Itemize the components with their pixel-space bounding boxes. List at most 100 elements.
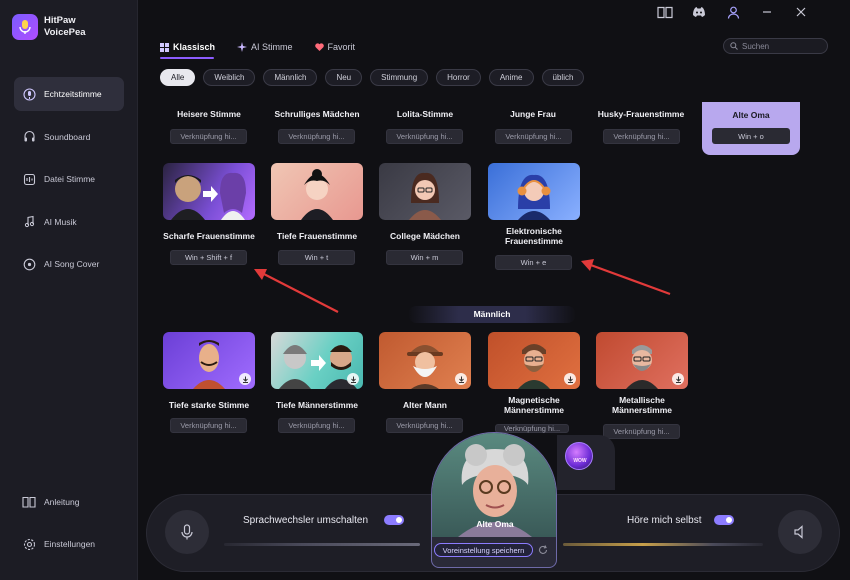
sidebar-item-ai-song-cover[interactable]: AI Song Cover: [14, 247, 124, 281]
search-input[interactable]: [742, 41, 822, 51]
shortcut-field[interactable]: Verknüpfung hi...: [495, 129, 572, 144]
shortcut-field[interactable]: Win + m: [386, 250, 463, 265]
tab-label: Favorit: [327, 42, 356, 52]
sidebar-item-label: Anleitung: [44, 497, 80, 507]
shortcut-field[interactable]: Win + t: [278, 250, 355, 265]
voice-title-alte-oma: Alte Oma: [732, 110, 770, 120]
voice-title-line: Männerstimme: [504, 405, 564, 415]
voice-avatar-image: [171, 172, 246, 220]
voice-card-tiefe-starke-stimme[interactable]: [163, 332, 255, 389]
voice-title-line: Männerstimme: [612, 405, 672, 415]
shortcut-field[interactable]: Verknüpfung hi...: [386, 418, 463, 433]
sidebar-bottom: Anleitung Einstellungen: [14, 485, 124, 569]
sidebar-item-anleitung[interactable]: Anleitung: [14, 485, 124, 519]
sidebar-item-label: AI Musik: [44, 216, 77, 227]
shortcut-field[interactable]: Verknüpfung hi...: [278, 418, 355, 433]
refresh-icon[interactable]: [537, 544, 549, 556]
download-icon[interactable]: [564, 373, 576, 385]
sidebar-item-datei-stimme[interactable]: Datei Stimme: [14, 162, 124, 196]
minimize-icon[interactable]: [753, 4, 781, 20]
tab-ai-stimme[interactable]: AI Stimme: [237, 40, 293, 54]
voice-title-husky-frauenstimme: Husky-Frauenstimme: [597, 109, 685, 119]
hear-myself-toggle[interactable]: [714, 515, 734, 525]
voice-title-tiefe-starke-stimme: Tiefe starke Stimme: [168, 400, 250, 410]
microphone-button[interactable]: [165, 510, 209, 554]
shortcut-field[interactable]: Verknüpfung hi...: [603, 129, 680, 144]
voice-card-scharfe-frauenstimme[interactable]: [163, 163, 255, 220]
sidebar-item-label: AI Song Cover: [44, 259, 100, 269]
voice-avatar-image: [301, 169, 333, 220]
user-icon[interactable]: [719, 4, 747, 20]
app-name-line1: HitPaw: [44, 15, 76, 26]
voice-title-magnetische-maennerstimme: Magnetische Männerstimme: [480, 395, 588, 415]
sidebar: HitPaw VoicePea Echtzeitstimme Soundboar…: [0, 0, 138, 580]
headphones-icon: [22, 130, 36, 144]
tab-bar: Klassisch AI Stimme Favorit: [160, 40, 355, 54]
shortcut-field[interactable]: Verknüpfung hi...: [386, 129, 463, 144]
heart-icon: [314, 43, 324, 51]
sidebar-item-einstellungen[interactable]: Einstellungen: [14, 527, 124, 561]
discord-icon[interactable]: [685, 4, 713, 20]
speaker-button[interactable]: [778, 510, 822, 554]
active-tab-indicator: [160, 57, 214, 59]
download-icon[interactable]: [347, 373, 359, 385]
save-preset-button[interactable]: Voreinstellung speichern: [434, 543, 533, 557]
voice-avatar-image: [517, 174, 551, 220]
close-icon[interactable]: [787, 4, 815, 20]
mic-wave-icon: [22, 87, 36, 101]
music-note-icon: [22, 215, 36, 229]
tab-favorit[interactable]: Favorit: [314, 40, 356, 54]
shortcut-field[interactable]: Verknüpfung hi...: [170, 418, 247, 433]
voice-card-alte-oma-selected[interactable]: Alte Oma Win + o: [702, 102, 800, 155]
download-icon[interactable]: [455, 373, 467, 385]
sidebar-item-ai-musik[interactable]: AI Musik: [14, 205, 124, 239]
voice-title-heisere-stimme: Heisere Stimme: [177, 109, 241, 119]
sidebar-item-soundboard[interactable]: Soundboard: [14, 120, 124, 154]
filter-stimmung[interactable]: Stimmung: [370, 69, 429, 86]
filter-horror[interactable]: Horror: [436, 69, 481, 86]
shortcut-field[interactable]: Verknüpfung hi...: [170, 129, 247, 144]
voice-card-alter-mann[interactable]: [379, 332, 471, 389]
voice-card-tiefe-frauenstimme[interactable]: [271, 163, 363, 220]
voice-card-college-maedchen[interactable]: [379, 163, 471, 220]
voice-title-alter-mann: Alter Mann: [403, 400, 447, 410]
download-icon[interactable]: [672, 373, 684, 385]
tab-klassisch[interactable]: Klassisch: [160, 40, 215, 54]
voice-card-magnetische-maennerstimme[interactable]: [488, 332, 580, 389]
voice-title-metallische-maennerstimme: Metallische Männerstimme: [588, 395, 696, 415]
filter-neu[interactable]: Neu: [325, 69, 363, 86]
voice-changer-toggle[interactable]: [384, 515, 404, 525]
book-open-icon[interactable]: [651, 4, 679, 20]
voice-card-elektronische-frauenstimme[interactable]: [488, 163, 580, 220]
output-level-meter: [563, 543, 763, 546]
wow-effect-button[interactable]: WOW: [565, 442, 593, 470]
shortcut-field[interactable]: Verknüpfung hi...: [495, 424, 569, 433]
tab-label: AI Stimme: [251, 42, 293, 52]
search-box[interactable]: [723, 38, 828, 54]
sidebar-item-echtzeitstimme[interactable]: Echtzeitstimme: [14, 77, 124, 111]
shortcut-field[interactable]: Verknüpfung hi...: [603, 424, 680, 439]
shortcut-field[interactable]: Win + e: [495, 255, 572, 270]
sidebar-item-label: Datei Stimme: [44, 174, 96, 184]
voice-card-metallische-maennerstimme[interactable]: [596, 332, 688, 389]
grid-icon: [160, 42, 169, 52]
download-icon[interactable]: [239, 373, 251, 385]
filter-anime[interactable]: Anime: [488, 69, 534, 86]
speaker-icon: [793, 525, 803, 539]
voice-title-line: Metallische: [619, 395, 665, 405]
filter-maennlich[interactable]: Männlich: [263, 69, 318, 86]
window-controls: [651, 4, 815, 20]
shortcut-field[interactable]: Win + o: [712, 128, 790, 144]
shortcut-field[interactable]: Win + Shift + f: [170, 250, 247, 265]
sidebar-item-label: Einstellungen: [44, 539, 96, 549]
voice-title-line: Magnetische: [508, 395, 560, 405]
app-logo-icon: [12, 14, 38, 40]
filter-ueblich[interactable]: üblich: [541, 69, 585, 86]
search-icon: [730, 42, 738, 50]
filter-weiblich[interactable]: Weiblich: [203, 69, 256, 86]
voice-title-tiefe-maennerstimme: Tiefe Männerstimme: [275, 400, 359, 410]
shortcut-field[interactable]: Verknüpfung hi...: [278, 129, 355, 144]
voice-card-tiefe-maennerstimme[interactable]: [271, 332, 363, 389]
voice-title-line: Elektronische: [506, 226, 562, 236]
filter-alle[interactable]: Alle: [160, 69, 196, 86]
